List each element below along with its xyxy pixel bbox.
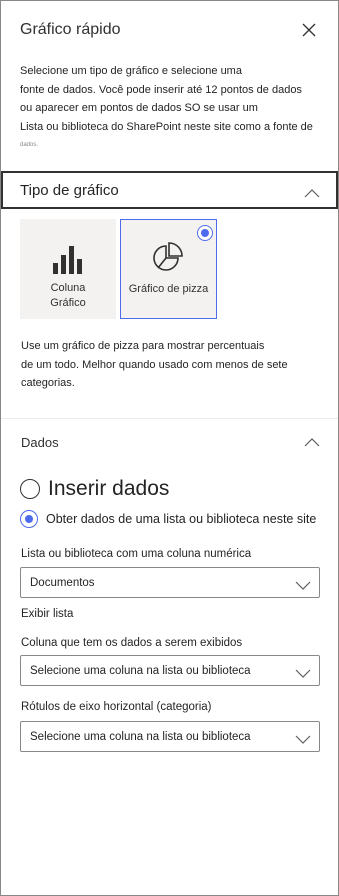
chevron-down-icon: [295, 578, 311, 590]
option-enter-data[interactable]: Inserir dados: [20, 477, 169, 501]
chart-type-description: Use um gráfico de pizza para mostrar per…: [21, 337, 321, 393]
description-line: Use um gráfico de pizza para mostrar per…: [21, 340, 265, 352]
description-line: fonte de dados. Você pode inserir até 12…: [20, 83, 302, 96]
option-label: Obter dados de uma lista ou biblioteca n…: [46, 512, 317, 526]
axis-dropdown[interactable]: Selecione uma coluna na lista ou bibliot…: [20, 721, 320, 752]
pie-chart-icon: [152, 242, 186, 279]
description-line: Lista ou biblioteca do SharePoint neste …: [20, 120, 313, 133]
dropdown-value: Documentos: [30, 577, 95, 589]
show-list-link[interactable]: Exibir lista: [21, 608, 73, 620]
description-line: de um todo. Melhor quando usado com meno…: [21, 358, 288, 371]
chevron-up-icon: [304, 185, 320, 198]
axis-field-label: Rótulos de eixo horizontal (categoria): [21, 701, 212, 713]
chevron-down-icon: [295, 666, 311, 678]
column-chart-tile[interactable]: Coluna Gráfico: [20, 219, 116, 319]
description-line: ou aparecer em pontos de dados SO se usa…: [20, 102, 258, 114]
chevron-down-icon: [295, 732, 311, 744]
section-divider: [1, 418, 338, 419]
panel-description: Selecione um tipo de gráfico e selecione…: [20, 62, 320, 155]
radio-button[interactable]: [20, 510, 38, 528]
option-label: Inserir dados: [48, 477, 170, 500]
list-dropdown[interactable]: Documentos: [20, 567, 320, 598]
selected-indicator: [197, 225, 213, 241]
description-line: dados.: [20, 142, 39, 148]
option-get-from-list[interactable]: Obter dados de uma lista ou biblioteca n…: [20, 510, 316, 528]
close-icon[interactable]: [300, 21, 318, 39]
description-line: Selecione um tipo de gráfico e selecione…: [20, 65, 242, 77]
chart-type-section-header[interactable]: Tipo de gráfico: [1, 171, 338, 209]
bar-chart-icon: [53, 246, 83, 279]
data-section-title: Dados: [21, 435, 59, 450]
column-field-label: Coluna que tem os dados a serem exibidos: [21, 637, 243, 649]
tile-label: Gráfico: [50, 297, 86, 309]
tile-label: Coluna: [50, 282, 86, 294]
dropdown-value: Selecione uma coluna na lista ou bibliot…: [30, 665, 251, 677]
dropdown-value: Selecione uma coluna na lista ou bibliot…: [30, 731, 251, 743]
list-field-label: Lista ou biblioteca com uma coluna numér…: [21, 548, 252, 560]
pie-chart-tile[interactable]: Gráfico de pizza: [120, 219, 217, 319]
quick-chart-panel: Gráfico rápido Selecione um tipo de gráf…: [0, 0, 339, 896]
panel-title: Gráfico rápido: [20, 21, 121, 38]
tile-label: Gráfico de pizza: [128, 283, 209, 295]
column-dropdown[interactable]: Selecione uma coluna na lista ou bibliot…: [20, 655, 320, 686]
chevron-up-icon[interactable]: [304, 434, 320, 447]
radio-button[interactable]: [20, 479, 40, 499]
description-line: categorias.: [21, 377, 75, 389]
panel-header: Gráfico rápido: [20, 21, 320, 45]
section-title: Tipo de gráfico: [20, 182, 119, 199]
